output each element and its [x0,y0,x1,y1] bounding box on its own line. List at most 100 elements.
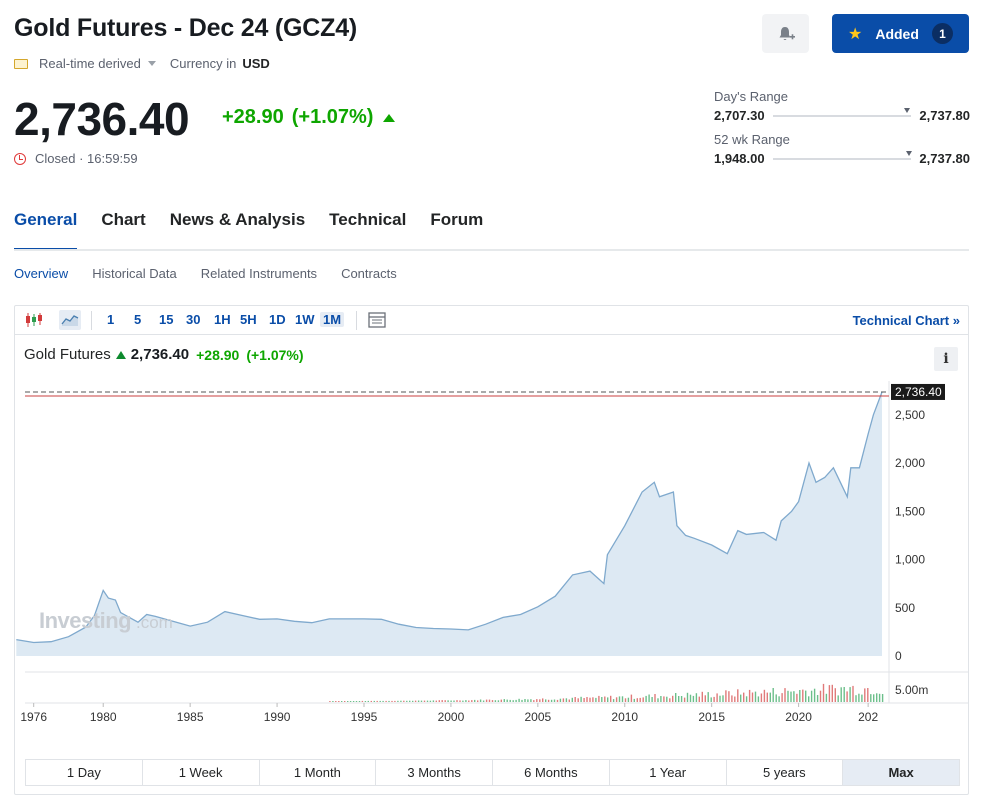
volume-bar [790,691,792,702]
volume-bar [344,701,346,702]
volume-bar [810,690,813,702]
volume-bar [435,700,437,702]
added-label: Added [875,25,919,42]
volume-bar [586,697,588,702]
volume-bar [577,698,579,702]
tab-forum[interactable]: Forum [430,210,483,251]
period-1-day[interactable]: 1 Day [26,760,143,785]
volume-bar [509,699,511,702]
volume-bar [568,699,570,702]
volume-bar [618,696,621,702]
volume-bar [565,698,568,702]
volume-bar [695,693,698,702]
volume-bar [834,688,836,702]
bell-plus-icon [779,26,795,40]
volume-bar [385,700,387,702]
volume-bar [417,700,420,702]
volume-bar [816,695,819,702]
sub-tabs: Overview Historical Data Related Instrum… [14,266,421,281]
volume-bar [686,692,689,702]
52wk-range-marker-icon [905,150,912,156]
volume-bar [471,700,473,702]
52wk-range-low: 1,948.00 [714,151,765,166]
x-tick-label: 2020 [785,710,812,724]
volume-bar [347,701,349,702]
volume-bar [414,700,417,702]
volume-bar [828,685,831,702]
volume-bar [607,697,609,702]
period-selector: 1 Day 1 Week 1 Month 3 Months 6 Months 1… [25,759,960,786]
volume-bar [574,697,576,702]
volume-bar [388,700,390,702]
chevron-down-icon[interactable] [147,61,156,66]
subtab-overview[interactable]: Overview [14,266,68,281]
volume-bar [583,698,585,702]
volume-bar [630,694,633,702]
period-max[interactable]: Max [843,760,959,785]
add-alert-button[interactable] [762,14,809,53]
volume-bar [524,699,526,702]
subtab-related-instruments[interactable]: Related Instruments [201,266,317,281]
volume-bar [409,700,411,702]
volume-bar [787,690,789,702]
volume-bar [745,696,748,702]
watermark-logo-suffix: .com [136,613,173,632]
volume-bar [542,698,544,702]
realtime-label[interactable]: Real-time derived [39,56,141,71]
volume-bar [689,694,692,702]
volume-bar [748,689,751,702]
tab-general[interactable]: General [14,210,78,251]
volume-bar [550,699,553,702]
volume-bar [731,695,733,702]
volume-bar [740,694,742,702]
main-tabs: General Chart News & Analysis Technical … [14,210,507,251]
days-range-low: 2,707.30 [714,108,765,123]
price-chart[interactable]: 2,736.40 0 500 1,000 1,500 2,000 2,500 1976 1980… [15,306,968,726]
volume-bar [805,690,807,702]
period-6-months[interactable]: 6 Months [493,760,610,785]
volume-bar [852,685,854,702]
volume-bar [447,700,449,702]
period-1-year[interactable]: 1 Year [610,760,727,785]
period-1-month[interactable]: 1 Month [260,760,377,785]
tab-technical[interactable]: Technical [329,210,406,251]
period-3-months[interactable]: 3 Months [376,760,493,785]
volume-bar [432,700,435,702]
watchlist-added-button[interactable]: ★ Added 1 [832,14,969,53]
volume-bar [562,698,565,702]
volume-bar [553,699,556,702]
volume-bar [536,699,538,702]
x-tick-label: 2005 [524,710,551,724]
volume-bar [580,696,582,702]
days-range-label: Day's Range [714,89,789,104]
volume-bar [559,698,562,702]
volume-bar [651,697,653,702]
volume-bar [533,700,535,702]
volume-bar [701,691,703,702]
subtab-historical-data[interactable]: Historical Data [92,266,177,281]
period-5-years[interactable]: 5 years [727,760,844,785]
x-tick-label: 2010 [611,710,638,724]
volume-bar [648,694,650,702]
volume-bar [379,700,381,702]
volume-bar [482,700,485,702]
x-tick-label: 1985 [177,710,204,724]
volume-bar [861,694,863,702]
last-price-tag-label: 2,736.40 [895,385,942,399]
volume-bar [881,694,884,702]
y-tick-label: 0 [895,649,902,663]
volume-bar [412,700,414,702]
volume-bar [793,691,795,702]
volume-bar [539,699,541,702]
volume-bar [488,699,491,702]
tab-chart[interactable]: Chart [101,210,145,251]
page-title: Gold Futures - Dec 24 (GCZ4) [14,14,358,42]
volume-bar [757,696,760,702]
volume-bar [341,701,343,702]
currency-value: USD [242,56,270,71]
volume-bar [373,700,375,702]
tab-news-analysis[interactable]: News & Analysis [170,210,305,251]
period-1-week[interactable]: 1 Week [143,760,260,785]
volume-bar [406,700,408,702]
subtab-contracts[interactable]: Contracts [341,266,397,281]
